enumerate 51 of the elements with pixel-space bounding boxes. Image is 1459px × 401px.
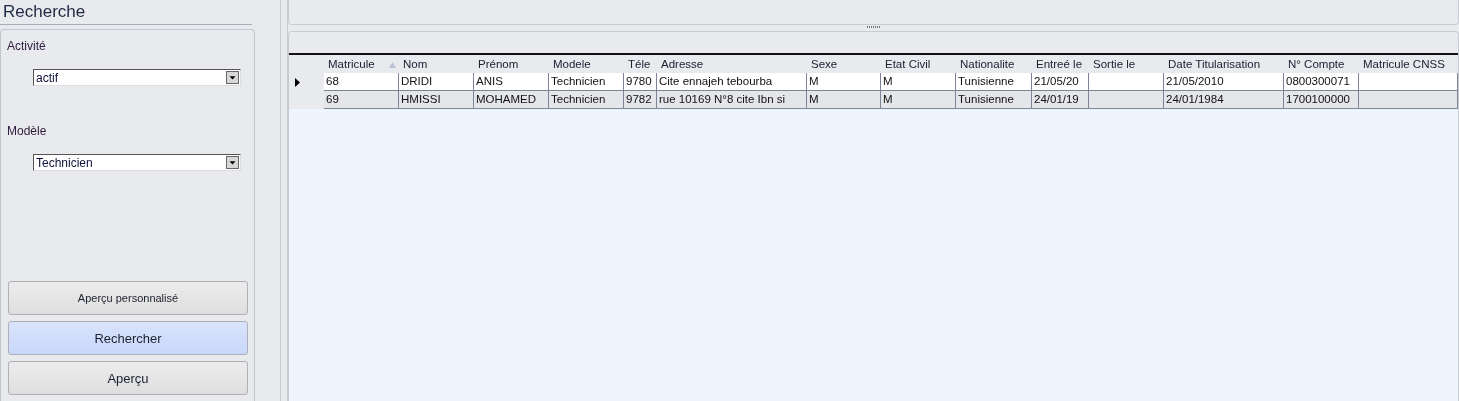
table-cell: 68 [324, 73, 399, 91]
table-cell: 1700100000 [1284, 91, 1359, 109]
table-cell: DRIDI [399, 73, 474, 91]
dropdown[interactable]: actif [33, 69, 241, 86]
column-header[interactable]: N° Compte [1284, 55, 1359, 73]
table-cell: M [881, 73, 956, 91]
column-header[interactable]: Matricule CNSS [1359, 55, 1458, 73]
table-cell: 24/01/19 [1032, 91, 1089, 109]
column-header[interactable]: Sortie le [1089, 55, 1164, 73]
table-cell: rue 10169 N°8 cite Ibn si [657, 91, 807, 109]
row-pointer-icon [295, 77, 300, 87]
table-cell: M [807, 73, 881, 91]
table-cell: Tunisienne [956, 91, 1032, 109]
table-cell: M [881, 91, 956, 109]
table-cell: 69 [324, 91, 399, 109]
column-header[interactable]: Sexe [807, 55, 881, 73]
action-button[interactable]: Aperçu personnalisé [8, 281, 248, 315]
table-cell: MOHAMED [474, 91, 549, 109]
table-cell: HMISSI [399, 91, 474, 109]
table-cell: 21/05/20 [1032, 73, 1089, 91]
caret-icon [226, 71, 239, 84]
table-cell: ANIS [474, 73, 549, 91]
panel-title: Recherche [0, 0, 252, 25]
table-cell: Technicien [549, 73, 624, 91]
table-cell: M [807, 91, 881, 109]
field-label: Modèle [7, 124, 48, 138]
sort-icon [389, 62, 396, 68]
action-button[interactable]: Rechercher [8, 321, 248, 355]
splitter-grip-icon[interactable] [866, 26, 881, 29]
table-cell: Cite ennajeh tebourba [657, 73, 807, 91]
column-header[interactable]: Prénom [474, 55, 549, 73]
table-cell: 24/01/1984 [1164, 91, 1284, 109]
table-cell: 0800300071 [1284, 73, 1359, 91]
field-label: Activité [7, 39, 47, 53]
column-header[interactable]: Téle [624, 55, 657, 73]
column-header[interactable]: Etat Civil [881, 55, 956, 73]
table-cell: Tunisienne [956, 73, 1032, 91]
column-header[interactable]: Modele [549, 55, 624, 73]
dropdown[interactable]: Technicien [33, 154, 241, 171]
column-header[interactable]: Nationalite [956, 55, 1032, 73]
column-header[interactable]: Nom [399, 55, 474, 73]
column-header[interactable]: Date Titularisation [1164, 55, 1284, 73]
table-cell: Technicien [549, 91, 624, 109]
column-header[interactable]: Entreé le [1032, 55, 1089, 73]
column-header[interactable]: Matricule [324, 55, 399, 73]
table-cell: 9782 [624, 91, 657, 109]
column-header[interactable]: Adresse [657, 55, 807, 73]
caret-icon [226, 156, 239, 169]
table-cell: 21/05/2010 [1164, 73, 1284, 91]
action-button[interactable]: Aperçu [8, 361, 248, 395]
table-cell: 9780 [624, 73, 657, 91]
